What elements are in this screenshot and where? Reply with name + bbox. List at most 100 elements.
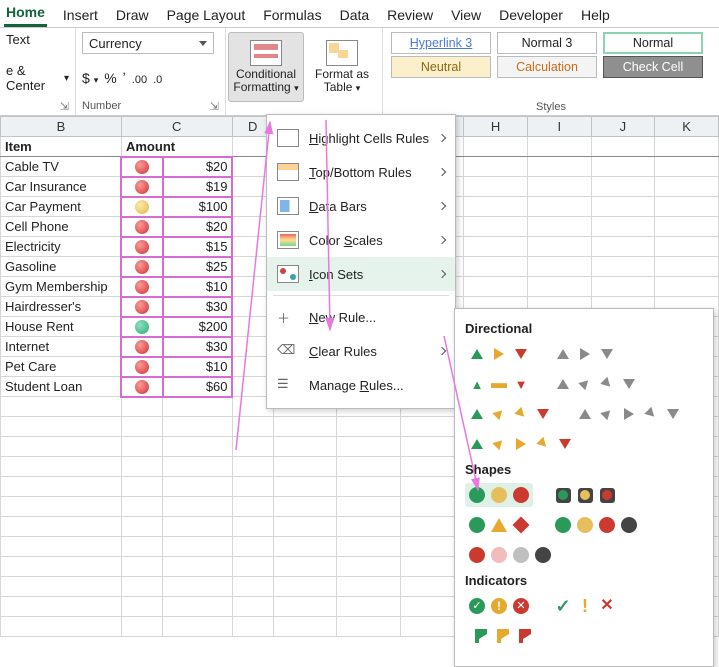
iconset-3-signs[interactable]	[465, 513, 533, 537]
cell-item[interactable]: Pet Care	[1, 357, 122, 377]
col-header-H[interactable]: H	[464, 117, 528, 137]
cell-amount[interactable]: $30	[163, 297, 232, 317]
cell-item[interactable]: Electricity	[1, 237, 122, 257]
cell-icon[interactable]	[121, 197, 162, 217]
iconset-3-arrows-colored[interactable]	[465, 342, 533, 366]
format-as-table-button[interactable]: Format as Table ▾	[304, 32, 380, 102]
cell-amount[interactable]: $19	[163, 177, 232, 197]
cell-amount[interactable]: $25	[163, 257, 232, 277]
menu-top-bottom-rules[interactable]: Top/Bottom Rules	[267, 155, 455, 189]
iconset-3-symbols-circled[interactable]: ✓ ! ✕	[465, 594, 533, 618]
iconset-4-arrows-colored[interactable]	[465, 402, 555, 426]
tab-data[interactable]: Data	[338, 5, 372, 27]
menu-manage-rules-[interactable]: ☰Manage Rules...	[267, 368, 455, 402]
col-header-J[interactable]: J	[591, 117, 655, 137]
style-check-cell[interactable]: Check Cell	[603, 56, 703, 78]
cell-item[interactable]: Hairdresser's	[1, 297, 122, 317]
cell-amount[interactable]: $60	[163, 377, 232, 397]
tab-view[interactable]: View	[449, 5, 483, 27]
menu-highlight-cells-rules[interactable]: Highlight Cells Rules	[267, 121, 455, 155]
conditional-formatting-label: Conditional Formatting	[233, 67, 296, 94]
chevron-right-icon	[438, 270, 446, 278]
cell-item[interactable]: Internet	[1, 337, 122, 357]
iconset-5-arrows-gray[interactable]	[573, 402, 685, 426]
cell-amount[interactable]: $20	[163, 157, 232, 177]
cell-icon[interactable]	[121, 237, 162, 257]
cell-amount[interactable]: $100	[163, 197, 232, 217]
iconset-4-traffic-lights[interactable]	[551, 513, 641, 537]
style-calculation[interactable]: Calculation	[497, 56, 597, 78]
status-ball-icon	[135, 360, 149, 374]
iconset-4-red-to-black[interactable]	[465, 543, 555, 567]
dialog-launcher-icon[interactable]: ⇲	[210, 100, 219, 113]
col-header-B[interactable]: B	[1, 117, 122, 137]
header-amount[interactable]: Amount	[121, 137, 232, 157]
cell-icon[interactable]	[121, 317, 162, 337]
menu-data-bars[interactable]: Data Bars	[267, 189, 455, 223]
iconset-4-arrows-gray[interactable]	[551, 372, 641, 396]
menu-icon-sets[interactable]: Icon Sets	[267, 257, 455, 291]
cell-item[interactable]: Car Insurance	[1, 177, 122, 197]
cell-icon[interactable]	[121, 277, 162, 297]
dialog-launcher-icon[interactable]: ⇲	[60, 100, 69, 113]
number-btn-0[interactable]: $ ▾	[82, 70, 98, 86]
iconset-3-traffic-lights-unrimmed[interactable]	[465, 483, 533, 507]
header-item[interactable]: Item	[1, 137, 122, 157]
tab-formulas[interactable]: Formulas	[261, 5, 323, 27]
iconset-5-arrows-colored[interactable]	[465, 432, 577, 456]
number-btn-2[interactable]: ʼ	[123, 70, 126, 86]
cell-icon[interactable]	[121, 337, 162, 357]
iconset-3-triangles[interactable]: ▲ ▬ ▼	[465, 372, 533, 396]
cell-icon[interactable]	[121, 377, 162, 397]
cell-icon[interactable]	[121, 297, 162, 317]
tab-insert[interactable]: Insert	[61, 5, 100, 27]
cell-item[interactable]: Cell Phone	[1, 217, 122, 237]
merge-center-button[interactable]: e & Center	[6, 63, 60, 93]
menu-new-rule-[interactable]: ＋New Rule...	[267, 300, 455, 334]
tab-help[interactable]: Help	[579, 5, 612, 27]
number-btn-4[interactable]: .0	[153, 70, 162, 86]
cell-item[interactable]: Gym Membership	[1, 277, 122, 297]
cell-amount[interactable]: $30	[163, 337, 232, 357]
tab-review[interactable]: Review	[385, 5, 435, 27]
iconset-3-flags[interactable]	[465, 624, 533, 648]
cell-item[interactable]: Cable TV	[1, 157, 122, 177]
cell-amount[interactable]: $200	[163, 317, 232, 337]
cell-icon[interactable]	[121, 177, 162, 197]
conditional-formatting-button[interactable]: Conditional Formatting ▾	[228, 32, 304, 102]
cell-icon[interactable]	[121, 157, 162, 177]
cell-item[interactable]: House Rent	[1, 317, 122, 337]
chevron-right-icon	[438, 134, 446, 142]
cell-amount[interactable]: $15	[163, 237, 232, 257]
style-hyperlink-3[interactable]: Hyperlink 3	[391, 32, 491, 54]
col-header-C[interactable]: C	[121, 117, 232, 137]
iconset-3-arrows-gray[interactable]	[551, 342, 619, 366]
style-neutral[interactable]: Neutral	[391, 56, 491, 78]
cell-amount[interactable]: $10	[163, 357, 232, 377]
tab-page-layout[interactable]: Page Layout	[165, 5, 248, 27]
cell-styles-group: Hyperlink 3 Normal 3 Normal Neutral Calculat…	[383, 28, 719, 115]
iconset-3-symbols-uncircled[interactable]: ✓ ! ✕	[551, 594, 619, 618]
tab-draw[interactable]: Draw	[114, 5, 151, 27]
col-header-I[interactable]: I	[527, 117, 591, 137]
cell-item[interactable]: Gasoline	[1, 257, 122, 277]
tab-home[interactable]: Home	[4, 2, 47, 27]
cell-item[interactable]: Car Payment	[1, 197, 122, 217]
cell-item[interactable]: Student Loan	[1, 377, 122, 397]
tab-developer[interactable]: Developer	[497, 5, 565, 27]
cell-icon[interactable]	[121, 257, 162, 277]
number-format-select[interactable]: Currency	[82, 32, 214, 54]
menu-color-scales[interactable]: Color Scales	[267, 223, 455, 257]
cell-icon[interactable]	[121, 357, 162, 377]
status-ball-icon	[135, 260, 149, 274]
col-header-K[interactable]: K	[655, 117, 719, 137]
cell-amount[interactable]: $10	[163, 277, 232, 297]
style-normal-3[interactable]: Normal 3	[497, 32, 597, 54]
cell-icon[interactable]	[121, 217, 162, 237]
style-normal[interactable]: Normal	[603, 32, 703, 54]
menu-clear-rules[interactable]: ⌫Clear Rules	[267, 334, 455, 368]
number-btn-3[interactable]: .00	[132, 70, 147, 86]
cell-amount[interactable]: $20	[163, 217, 232, 237]
number-btn-1[interactable]: %	[104, 70, 116, 86]
iconset-3-traffic-lights-rimmed[interactable]	[551, 483, 619, 507]
